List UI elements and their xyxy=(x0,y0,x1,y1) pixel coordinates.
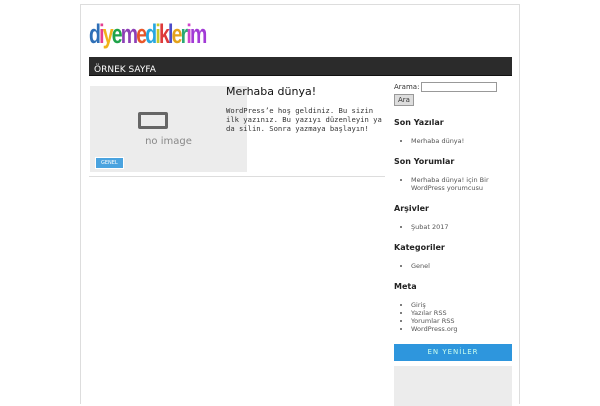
search-button[interactable]: Ara xyxy=(394,94,414,106)
main-nav: ÖRNEK SAYFA xyxy=(89,57,512,76)
widget-title: Arşivler xyxy=(394,204,429,213)
nav-item-ornek-sayfa[interactable]: ÖRNEK SAYFA xyxy=(94,65,156,75)
latest-posts-header[interactable]: EN YENİLER xyxy=(394,344,512,361)
post-excerpt: WordPress’e hoş geldiniz. Bu sizin ilk y… xyxy=(226,106,382,133)
widget-link[interactable]: Şubat 2017 xyxy=(411,223,512,231)
no-image-text: no image xyxy=(145,136,192,147)
widget-link[interactable]: Genel xyxy=(411,262,512,270)
widget-link[interactable]: Giriş xyxy=(411,301,512,309)
search-form: Arama: xyxy=(394,82,512,92)
search-input[interactable] xyxy=(421,82,498,92)
divider xyxy=(89,176,385,177)
widget-link[interactable]: Yazılar RSS xyxy=(411,309,512,317)
sidebar: Arama: Ara Son Yazılar Merhaba dünya! Son … xyxy=(394,82,512,333)
widget-link[interactable]: Yorumlar RSS xyxy=(411,317,512,325)
image-icon xyxy=(138,112,168,129)
widget-title: Son Yazılar xyxy=(394,118,444,127)
widget-title: Kategoriler xyxy=(394,243,445,252)
widget-title: Meta xyxy=(394,282,417,291)
latest-posts-box xyxy=(394,366,512,406)
widget-list: Merhaba dünya! xyxy=(411,137,512,145)
post-title[interactable]: Merhaba dünya! xyxy=(226,85,316,98)
page-container: diyemediklerim ÖRNEK SAYFA no image GENE… xyxy=(80,4,520,406)
category-badge[interactable]: GENEL xyxy=(95,157,124,169)
widget-list: GirişYazılar RSSYorumlar RSSWordPress.or… xyxy=(411,301,512,333)
search-label: Arama: xyxy=(394,83,420,91)
widget-link[interactable]: WordPress.org xyxy=(411,325,512,333)
widget-link[interactable]: Merhaba dünya! xyxy=(411,137,512,145)
widget-list: Genel xyxy=(411,262,512,270)
widget-title: Son Yorumlar xyxy=(394,157,455,166)
post-thumbnail[interactable]: no image GENEL xyxy=(90,86,247,172)
widget-list: Şubat 2017 xyxy=(411,223,512,231)
widget-list: Merhaba dünya! için Bir WordPress yorumc… xyxy=(411,176,512,192)
widget-link[interactable]: Merhaba dünya! için Bir WordPress yorumc… xyxy=(411,176,512,192)
site-logo[interactable]: diyemediklerim xyxy=(89,19,207,49)
